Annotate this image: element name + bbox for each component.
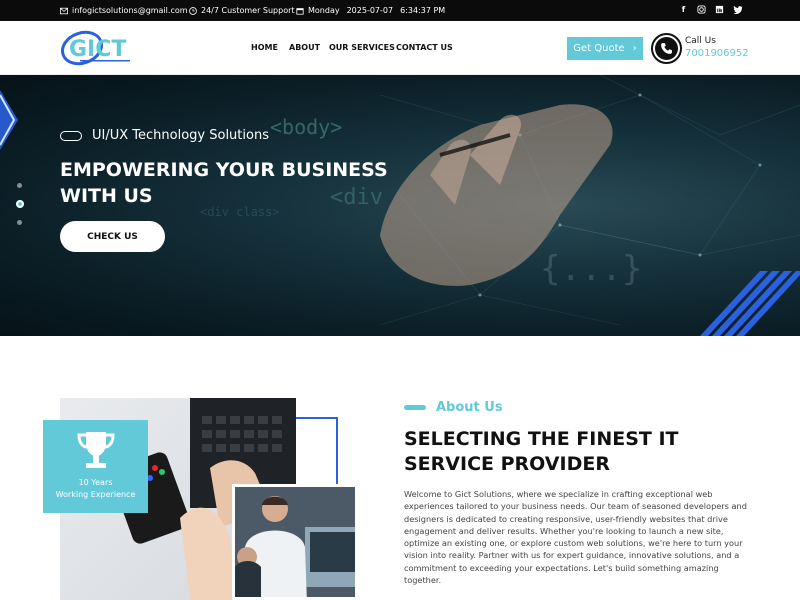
- calendar-icon: [296, 7, 304, 15]
- clock-icon: [189, 6, 197, 15]
- hero-title: EMPOWERING YOUR BUSINESS WITH US: [60, 159, 388, 207]
- site-header: GICT HOME ABOUT OUR SERVICES CONTACT US …: [0, 21, 800, 75]
- slider-dot[interactable]: [17, 183, 22, 188]
- trophy-icon: [77, 432, 115, 468]
- top-bar: infogictsolutions@gmail.com 24/7 Custome…: [0, 0, 800, 21]
- date-text: 2025-07-07: [346, 6, 394, 15]
- chevron-right-icon: ›: [632, 43, 637, 54]
- about-title: SELECTING THE FINEST IT SERVICE PROVIDER: [404, 428, 679, 475]
- tag-line: [404, 405, 426, 410]
- datetime-info: Monday 2025-07-07 6:34:37 PM: [296, 6, 445, 15]
- mail-icon: [60, 7, 68, 14]
- instagram-icon[interactable]: [697, 5, 706, 14]
- years-text: 10 Years: [78, 478, 113, 487]
- check-us-button[interactable]: CHECK US: [60, 221, 165, 252]
- call-number[interactable]: 7001906952: [685, 48, 749, 59]
- gict-logo[interactable]: GICT: [60, 29, 140, 67]
- call-us-label: Call Us: [685, 36, 716, 46]
- facebook-icon[interactable]: f: [679, 5, 688, 14]
- about-tag: About Us: [404, 400, 503, 415]
- svg-text:GICT: GICT: [69, 37, 126, 62]
- team-image: [232, 484, 358, 600]
- phone-badge[interactable]: [651, 33, 682, 64]
- support-info: 24/7 Customer Support: [189, 6, 295, 15]
- hero-banner: {...} <body> <div <div class> UI/UX Tech…: [0, 75, 800, 336]
- email-text: infogictsolutions@gmail.com: [72, 6, 188, 15]
- time-text: 6:34:37 PM: [400, 6, 446, 15]
- support-text: 24/7 Customer Support: [201, 6, 295, 15]
- social-links: f: [679, 5, 743, 15]
- nav-contact-us[interactable]: CONTACT US: [396, 43, 453, 52]
- about-tag-text: About Us: [436, 400, 503, 415]
- day-text: Monday: [308, 6, 340, 15]
- svg-text:{...}: {...}: [540, 249, 642, 289]
- twitter-icon[interactable]: [733, 5, 743, 15]
- experience-text: Working Experience: [55, 490, 136, 499]
- slider-dot-active[interactable]: [16, 200, 24, 208]
- phone-icon: [661, 43, 672, 54]
- nav-about[interactable]: ABOUT: [289, 43, 320, 52]
- nav-our-services[interactable]: OUR SERVICES: [329, 43, 395, 52]
- experience-badge: 10 Years Working Experience: [43, 420, 148, 513]
- about-text: Welcome to Gict Solutions, where we spec…: [404, 489, 747, 586]
- get-quote-button[interactable]: Get Quote ›: [567, 37, 643, 60]
- email-info[interactable]: infogictsolutions@gmail.com: [60, 6, 188, 15]
- nav-home[interactable]: HOME: [251, 43, 278, 52]
- hero-subtitle-text: UI/UX Technology Solutions: [92, 128, 269, 143]
- code-decor: <body>: [270, 115, 343, 139]
- linkedin-icon[interactable]: [715, 5, 724, 14]
- hero-subtitle: UI/UX Technology Solutions: [60, 128, 269, 143]
- slider-dot[interactable]: [17, 220, 22, 225]
- pill-icon: [60, 130, 82, 141]
- decor-frame: [296, 417, 338, 485]
- get-quote-label: Get Quote: [573, 43, 625, 54]
